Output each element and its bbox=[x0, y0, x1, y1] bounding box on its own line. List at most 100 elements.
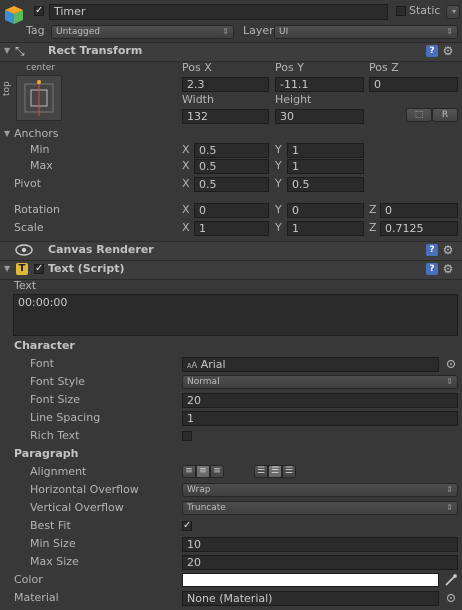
color-swatch[interactable] bbox=[182, 573, 439, 587]
layer-label: Layer bbox=[243, 24, 274, 37]
scale-y-input[interactable]: 1 bbox=[287, 221, 364, 236]
anchor-max-label: Max bbox=[30, 159, 53, 172]
vertical-overflow-label: Vertical Overflow bbox=[30, 501, 124, 514]
max-size-input[interactable]: 20 bbox=[182, 555, 458, 570]
color-label: Color bbox=[14, 573, 43, 586]
material-label: Material bbox=[14, 591, 59, 604]
align-bottom-button[interactable]: ☰ bbox=[282, 465, 296, 478]
anchors-label: Anchors bbox=[14, 127, 59, 140]
layer-dropdown[interactable]: UI ⇕ bbox=[274, 25, 458, 39]
width-input[interactable]: 132 bbox=[182, 109, 269, 124]
anchor-max-x-input[interactable]: 0.5 bbox=[194, 159, 269, 174]
height-label: Height bbox=[275, 93, 312, 106]
object-picker-icon[interactable] bbox=[446, 359, 456, 369]
align-top-button[interactable]: ☰ bbox=[254, 465, 268, 478]
anchor-min-y-input[interactable]: 1 bbox=[287, 143, 364, 158]
static-dropdown-arrow[interactable]: ▾ bbox=[446, 5, 460, 19]
align-right-icon: ≡ bbox=[213, 466, 221, 476]
scale-z-input[interactable]: 0.7125 bbox=[380, 221, 458, 236]
scale-x-input[interactable]: 1 bbox=[194, 221, 269, 236]
font-style-dropdown[interactable]: Normal ⇕ bbox=[182, 375, 458, 389]
x-axis-label: X bbox=[182, 143, 190, 156]
chevron-updown-icon: ⇕ bbox=[446, 503, 453, 512]
rotation-y-input[interactable]: 0 bbox=[287, 203, 364, 218]
height-input[interactable]: 30 bbox=[275, 109, 364, 124]
rect-transform-title: Rect Transform bbox=[48, 44, 143, 57]
z-axis-label: Z bbox=[369, 221, 377, 234]
text-label: Text bbox=[14, 279, 37, 292]
raw-edit-button[interactable]: R bbox=[432, 108, 458, 122]
text-content-area[interactable]: 00:00:00 bbox=[13, 294, 458, 336]
pos-z-input[interactable]: 0 bbox=[369, 77, 458, 92]
y-axis-label: Y bbox=[275, 177, 282, 190]
align-top-icon: ☰ bbox=[256, 466, 266, 476]
static-checkbox[interactable] bbox=[396, 6, 406, 16]
object-picker-icon[interactable] bbox=[446, 593, 456, 603]
align-center-button[interactable]: ≡ bbox=[196, 465, 210, 478]
font-size-label: Font Size bbox=[30, 393, 81, 406]
best-fit-label: Best Fit bbox=[30, 519, 71, 532]
alignment-label: Alignment bbox=[30, 465, 87, 478]
line-spacing-input[interactable]: 1 bbox=[182, 411, 458, 426]
width-label: Width bbox=[182, 93, 214, 106]
dotted-rect-icon: ⬚ bbox=[414, 110, 424, 120]
pos-x-input[interactable]: 2.3 bbox=[182, 77, 269, 92]
pivot-y-input[interactable]: 0.5 bbox=[287, 177, 364, 192]
vertical-overflow-dropdown[interactable]: Truncate ⇕ bbox=[182, 501, 458, 515]
rotation-x-input[interactable]: 0 bbox=[194, 203, 269, 218]
chevron-updown-icon: ⇕ bbox=[446, 485, 453, 494]
text-enabled-checkbox[interactable]: ✓ bbox=[34, 264, 44, 274]
eye-icon bbox=[14, 243, 34, 257]
foldout-arrow-icon[interactable]: ▼ bbox=[4, 44, 10, 58]
tag-dropdown[interactable]: Untagged ⇕ bbox=[51, 25, 234, 39]
font-object-field[interactable]: 🗚 Arial bbox=[182, 357, 439, 372]
align-bottom-icon: ☰ bbox=[284, 466, 294, 476]
anchor-min-label: Min bbox=[30, 143, 50, 156]
best-fit-checkbox[interactable]: ✓ bbox=[182, 521, 192, 531]
align-right-button[interactable]: ≡ bbox=[210, 465, 224, 478]
rotation-z-input[interactable]: 0 bbox=[380, 203, 458, 218]
help-icon[interactable]: ? bbox=[426, 45, 438, 57]
z-axis-label: Z bbox=[369, 203, 377, 216]
font-label: Font bbox=[30, 357, 54, 370]
chevron-updown-icon: ⇕ bbox=[222, 27, 229, 36]
eyedropper-icon[interactable] bbox=[444, 573, 458, 587]
y-axis-label: Y bbox=[275, 203, 282, 216]
gear-icon[interactable]: ⚙ bbox=[442, 45, 454, 57]
anchor-min-x-input[interactable]: 0.5 bbox=[194, 143, 269, 158]
y-axis-label: Y bbox=[275, 221, 282, 234]
tag-value: Untagged bbox=[56, 27, 101, 37]
anchors-foldout-icon[interactable]: ▼ bbox=[4, 127, 10, 141]
active-checkbox[interactable]: ✓ bbox=[34, 6, 44, 16]
character-section-label: Character bbox=[14, 339, 75, 352]
x-axis-label: X bbox=[182, 221, 190, 234]
gear-icon[interactable]: ⚙ bbox=[442, 244, 454, 256]
align-left-button[interactable]: ≡ bbox=[182, 465, 196, 478]
align-middle-button[interactable]: ☰ bbox=[268, 465, 282, 478]
help-icon[interactable]: ? bbox=[426, 263, 438, 275]
rich-text-checkbox[interactable] bbox=[182, 431, 192, 441]
paragraph-section-label: Paragraph bbox=[14, 447, 79, 460]
anchor-preset-icon bbox=[24, 80, 54, 116]
gear-icon[interactable]: ⚙ bbox=[442, 263, 454, 275]
min-size-input[interactable]: 10 bbox=[182, 537, 458, 552]
anchor-preset-button[interactable] bbox=[16, 75, 62, 121]
rich-text-label: Rich Text bbox=[30, 429, 80, 442]
material-object-field[interactable]: None (Material) bbox=[182, 591, 439, 606]
pivot-x-input[interactable]: 0.5 bbox=[194, 177, 269, 192]
anchor-preset-top-label: center bbox=[26, 63, 55, 73]
foldout-arrow-icon[interactable]: ▼ bbox=[4, 262, 10, 276]
blueprint-mode-button[interactable]: ⬚ bbox=[406, 108, 432, 122]
min-size-label: Min Size bbox=[30, 537, 76, 550]
anchor-max-y-input[interactable]: 1 bbox=[287, 159, 364, 174]
help-icon[interactable]: ? bbox=[426, 244, 438, 256]
font-size-input[interactable]: 20 bbox=[182, 393, 458, 408]
gameobject-name-input[interactable]: Timer bbox=[49, 4, 388, 20]
pos-z-label: Pos Z bbox=[369, 61, 399, 74]
align-middle-icon: ☰ bbox=[270, 466, 280, 476]
font-style-value: Normal bbox=[187, 377, 220, 387]
x-axis-label: X bbox=[182, 203, 190, 216]
pos-y-input[interactable]: -11.1 bbox=[275, 77, 364, 92]
tag-label: Tag bbox=[26, 24, 45, 37]
horizontal-overflow-dropdown[interactable]: Wrap ⇕ bbox=[182, 483, 458, 497]
